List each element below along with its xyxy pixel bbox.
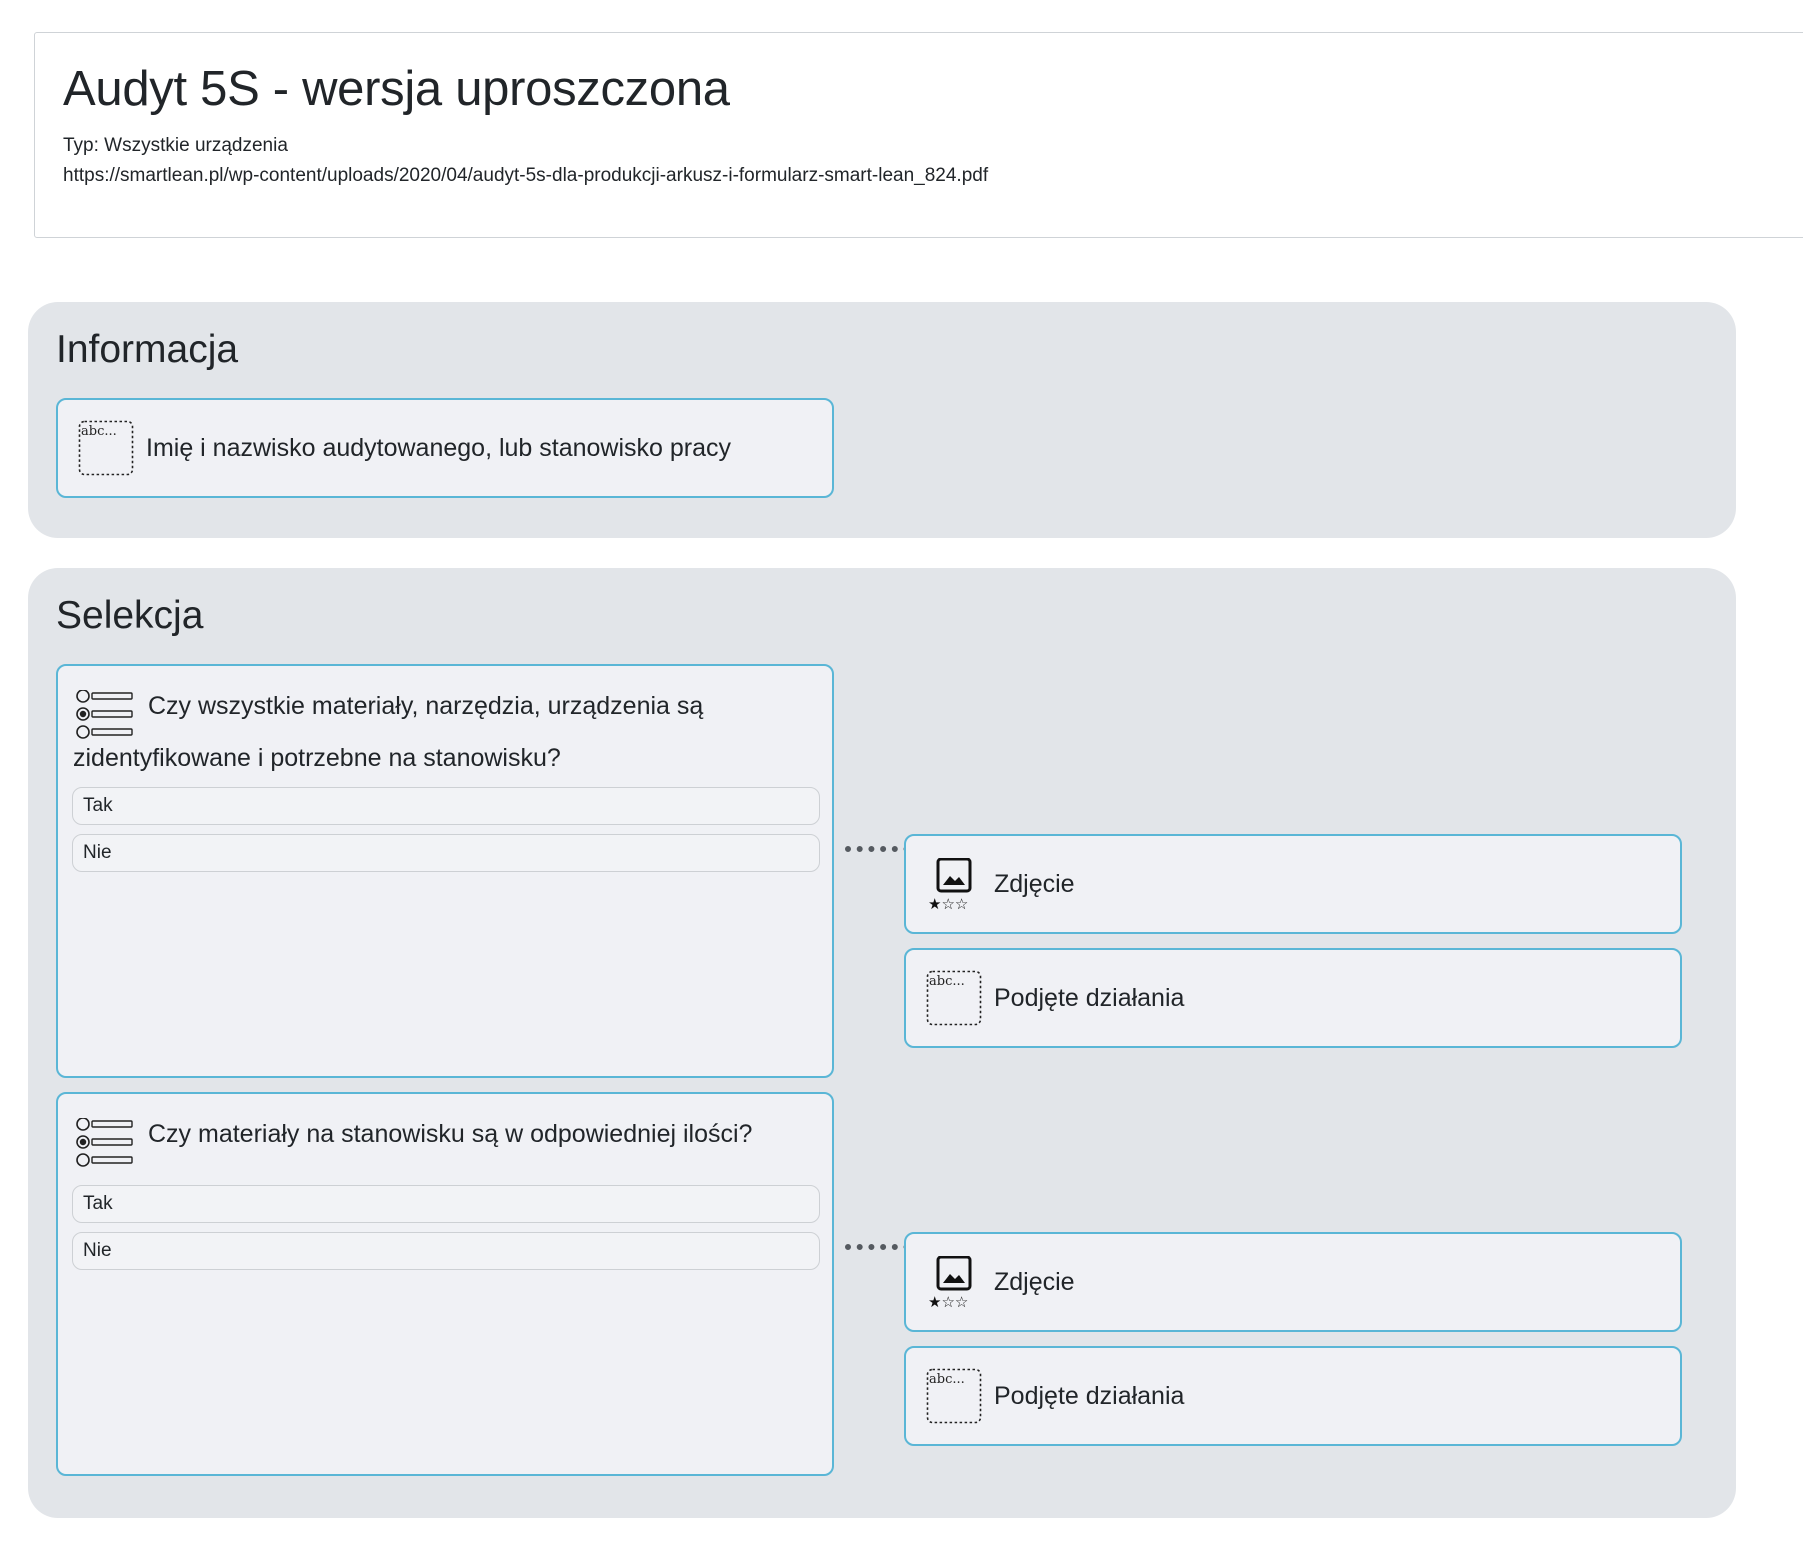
device-type-label: Typ: Wszystkie urządzenia	[63, 135, 288, 156]
source-url[interactable]: https://smartlean.pl/wp-content/uploads/…	[63, 165, 988, 187]
followup-card-actions[interactable]: abc... Podjęte działania	[904, 1346, 1682, 1446]
photo-rating-icon: ★☆☆	[928, 857, 982, 917]
svg-text:★☆☆: ★☆☆	[928, 1293, 968, 1310]
section-selekcja: Selekcja Czy wszystkie materiały, narzęd…	[28, 568, 1736, 1518]
answer-option-nie[interactable]: Nie	[72, 834, 820, 872]
followup-label: Podjęte działania	[994, 1382, 1185, 1410]
answer-option-nie[interactable]: Nie	[72, 1232, 820, 1270]
answer-option-tak[interactable]: Tak	[72, 1185, 820, 1223]
followup-card-actions[interactable]: abc... Podjęte działania	[904, 948, 1682, 1048]
followup-card-photo[interactable]: ★☆☆ Zdjęcie	[904, 834, 1682, 934]
section-title: Informacja	[56, 328, 239, 371]
question-card-2[interactable]: Czy materiały na stanowisku są w odpowie…	[56, 1092, 834, 1476]
section-title: Selekcja	[56, 594, 204, 637]
field-label: Imię i nazwisko audytowanego, lub stanow…	[146, 434, 732, 462]
followup-label: Zdjęcie	[994, 870, 1075, 898]
page-title: Audyt 5S - wersja uproszczona	[63, 62, 730, 116]
followup-label: Zdjęcie	[994, 1268, 1075, 1296]
text-input-icon: abc...	[926, 1368, 982, 1429]
photo-rating-icon: ★☆☆	[928, 1255, 982, 1315]
field-card-auditee[interactable]: abc... Imię i nazwisko audytowanego, lub…	[56, 398, 834, 498]
followup-label: Podjęte działania	[994, 984, 1185, 1012]
text-input-icon: abc...	[926, 970, 982, 1031]
question-text: Czy materiały na stanowisku są w odpowie…	[148, 1120, 753, 1148]
text-input-icon: abc...	[78, 420, 134, 481]
question-card-1[interactable]: Czy wszystkie materiały, narzędzia, urzą…	[56, 664, 834, 1078]
svg-text:★☆☆: ★☆☆	[928, 895, 968, 912]
abc-icon-text: abc...	[929, 1372, 965, 1387]
question-text: Czy wszystkie materiały, narzędzia, urzą…	[73, 692, 704, 772]
abc-icon-text: abc...	[81, 424, 117, 439]
section-informacja: Informacja abc... Imię i nazwisko audyto…	[28, 302, 1736, 538]
answer-option-tak[interactable]: Tak	[72, 787, 820, 825]
abc-icon-text: abc...	[929, 974, 965, 989]
followup-card-photo[interactable]: ★☆☆ Zdjęcie	[904, 1232, 1682, 1332]
survey-header-card: Audyt 5S - wersja uproszczona Typ: Wszys…	[34, 32, 1803, 238]
